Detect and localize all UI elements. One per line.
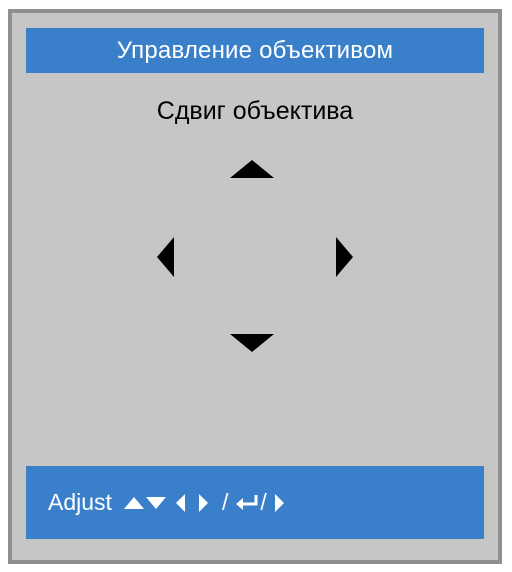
arrow-up-icon[interactable] <box>230 160 274 178</box>
hint-separator-2: / <box>260 489 267 515</box>
hint-left-icon <box>175 493 185 512</box>
adjust-label: Adjust <box>48 489 112 515</box>
footer-hint-bar: Adjust / / <box>26 466 484 539</box>
hint-down-icon <box>145 496 166 509</box>
hint-right-icon <box>198 493 208 512</box>
arrow-down-icon[interactable] <box>230 334 274 352</box>
enter-icon <box>236 494 258 510</box>
menu-title: Управление объективом <box>116 36 394 64</box>
arrow-right-icon[interactable] <box>336 237 353 277</box>
hint-up-icon <box>123 496 144 509</box>
lens-shift-label: Сдвиг объектива <box>156 97 354 125</box>
hint-right-small-icon <box>274 493 284 512</box>
hint-separator: / <box>221 489 229 515</box>
menu-title-bar: Управление объективом <box>26 28 484 73</box>
arrow-left-icon[interactable] <box>157 237 174 277</box>
